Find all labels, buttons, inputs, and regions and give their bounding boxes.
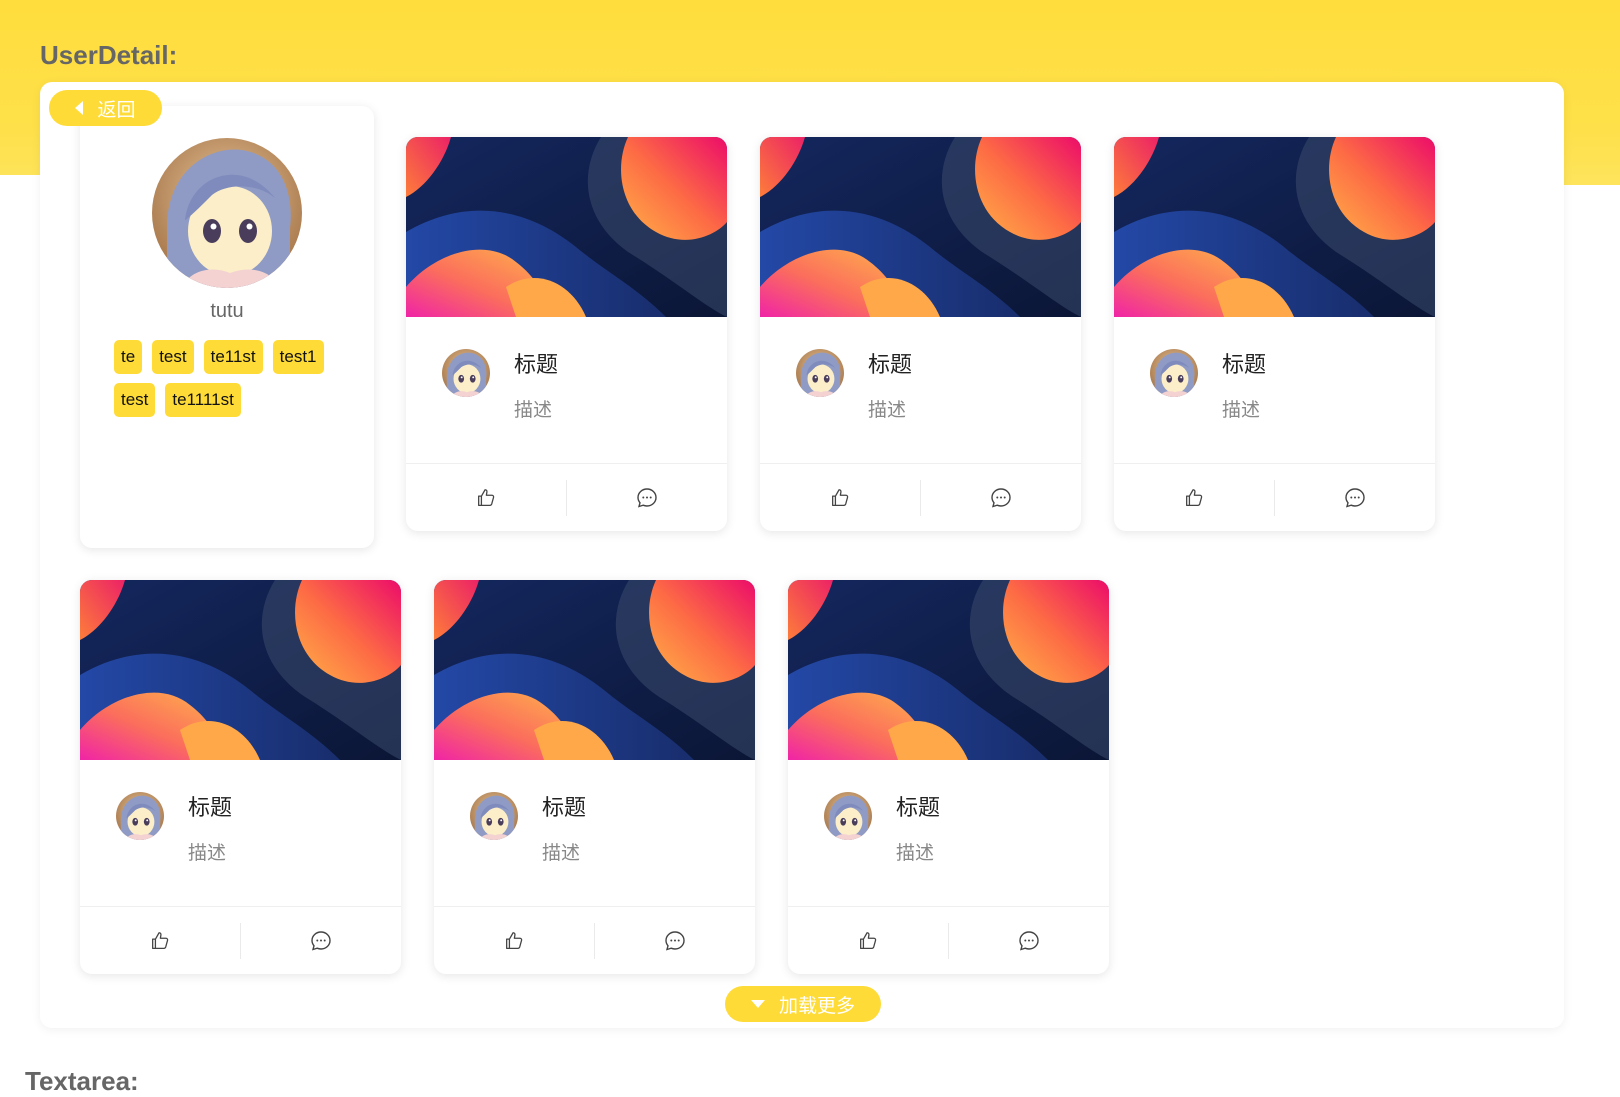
comment-icon [1017,929,1041,953]
comment-button[interactable] [241,907,401,974]
post-cover-image [434,580,755,760]
post-description: 描述 [514,399,553,421]
author-avatar [1150,349,1198,397]
tag: test [152,340,194,374]
post-card[interactable]: 标题 描述 [80,580,401,974]
post-actions [788,906,1109,974]
thumbs-up-icon [475,487,497,509]
back-button[interactable]: 返回 [49,90,162,126]
comment-icon [309,929,333,953]
post-description: 描述 [188,842,227,864]
profile-name: tutu [210,300,244,322]
author-avatar [824,792,872,840]
thumbs-up-icon [503,930,525,952]
band-notch [0,175,40,187]
post-title: 标题 [868,353,913,378]
thumbs-up-icon [829,487,851,509]
comment-button[interactable] [567,464,727,531]
post-title: 标题 [514,353,559,378]
post-cover-image [406,137,727,317]
section-title-textarea: Textarea: [25,1066,139,1096]
post-actions [80,906,401,974]
like-button[interactable] [1114,464,1274,531]
author-avatar [442,349,490,397]
post-description: 描述 [1222,399,1261,421]
thumbs-up-icon [1183,487,1205,509]
like-button[interactable] [760,464,920,531]
post-actions [406,463,727,531]
like-button[interactable] [434,907,594,974]
post-cover-image [760,137,1081,317]
caret-down-icon [750,1000,765,1008]
author-avatar [470,792,518,840]
post-cover-image [80,580,401,760]
tag: te [114,340,143,374]
post-card[interactable]: 标题 描述 [1114,137,1435,531]
post-cover-image [788,580,1109,760]
comment-button[interactable] [595,907,755,974]
tag: te11st [203,340,263,374]
thumbs-up-icon [149,930,171,952]
comment-icon [663,929,687,953]
post-actions [1114,463,1435,531]
thumbs-up-icon [857,930,879,952]
post-card[interactable]: 标题 描述 [434,580,755,974]
post-cover-image [1114,137,1435,317]
profile-avatar [152,138,302,288]
post-title: 标题 [188,796,233,821]
tag: test1 [272,340,324,374]
post-title: 标题 [1222,353,1267,378]
post-description: 描述 [868,399,907,421]
author-avatar [116,792,164,840]
comment-button[interactable] [949,907,1109,974]
post-title: 标题 [542,796,587,821]
back-button-label: 返回 [97,99,136,121]
post-title: 标题 [896,796,941,821]
post-card[interactable]: 标题 描述 [406,137,727,531]
like-button[interactable] [406,464,566,531]
load-more-button[interactable]: 加载更多 [725,986,881,1022]
like-button[interactable] [80,907,240,974]
comment-icon [989,486,1013,510]
profile-card: tutu te test te11st test1 test te1111st [80,106,374,548]
section-title-userdetail: UserDetail: [40,40,178,70]
tag: test [114,383,156,417]
caret-left-icon [75,101,84,115]
post-description: 描述 [896,842,935,864]
tag: te1111st [165,383,241,417]
comment-button[interactable] [1275,464,1435,531]
comment-icon [635,486,659,510]
tag-list: te test te11st test1 test te1111st [114,340,354,417]
post-card[interactable]: 标题 描述 [788,580,1109,974]
comment-button[interactable] [921,464,1081,531]
post-description: 描述 [542,842,581,864]
post-card[interactable]: 标题 描述 [760,137,1081,531]
author-avatar [796,349,844,397]
post-actions [434,906,755,974]
post-actions [760,463,1081,531]
like-button[interactable] [788,907,948,974]
comment-icon [1343,486,1367,510]
load-more-label: 加载更多 [778,995,855,1017]
